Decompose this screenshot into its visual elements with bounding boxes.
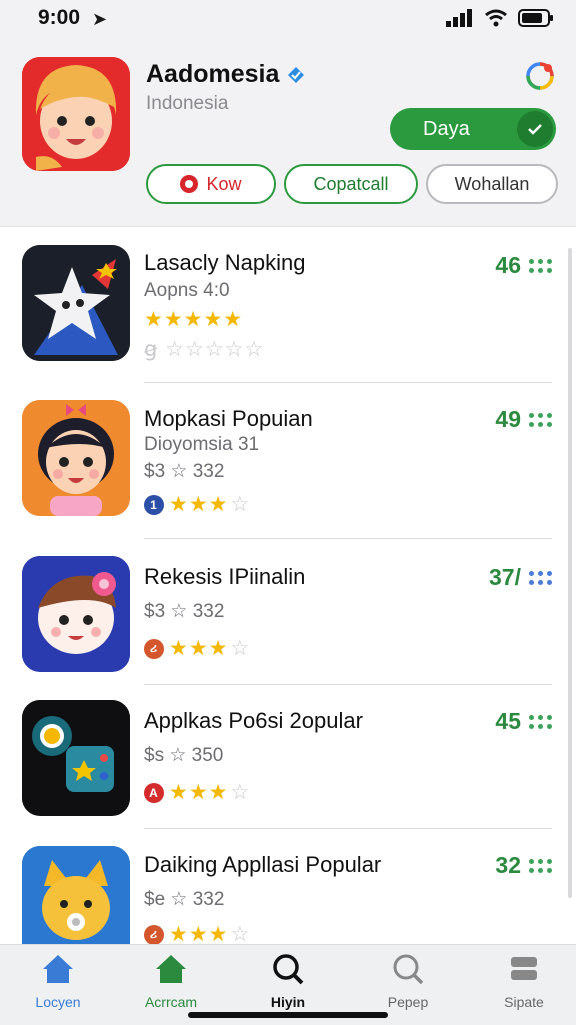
app-rank-value: 37/	[489, 564, 521, 590]
app-meta: $s ☆ 350	[144, 745, 224, 766]
divider	[144, 382, 552, 383]
chip-copatcall-label: Copatcall	[313, 173, 389, 194]
app-meta: $e ☆ 332	[144, 889, 225, 910]
list-item[interactable]: Applkas Po6si 2opular $s ☆ 350 A ★★★ ☆ 45	[0, 698, 576, 848]
girl-app-icon	[22, 400, 130, 516]
location-arrow-icon: ➤	[92, 9, 108, 29]
tab-locyen[interactable]: Locyen	[8, 953, 108, 1010]
follow-button[interactable]: Daya	[390, 108, 556, 150]
app-title: Lasacly Napking	[144, 250, 306, 275]
chip-copatcall[interactable]: Copatcall	[284, 164, 418, 204]
badge-icon: 1	[144, 494, 164, 515]
developer-name: Aadomesia	[146, 60, 305, 89]
more-dots-icon[interactable]	[529, 858, 552, 873]
list-item[interactable]: Daiking Appllasi Popular $e ☆ 332 ሪ ★★★ ☆…	[0, 844, 576, 944]
app-rank: 32	[495, 852, 552, 879]
chip-kow[interactable]: Kow	[146, 164, 276, 204]
verified-icon	[288, 66, 305, 83]
app-subtitle: Dioyomsia 31	[144, 434, 260, 455]
badge-icon: ሪ	[144, 638, 164, 659]
app-title: Daiking Appllasi Popular	[144, 852, 382, 877]
app-rank-value: 32	[495, 852, 521, 878]
home-icon	[156, 955, 186, 983]
google-share-icon[interactable]	[522, 58, 558, 94]
rating-stars: ★★★★★	[144, 308, 244, 331]
tab-pepep[interactable]: Pepep	[358, 953, 458, 1010]
record-icon	[180, 175, 199, 193]
chip-wohallan-label: Wohallan	[454, 173, 530, 194]
app-rank-value: 49	[495, 406, 521, 432]
app-rank-value: 46	[495, 252, 521, 278]
list-item[interactable]: Lasacly Napking Aopns 4:0 ★★★★★ ꞡ ☆☆☆☆☆ …	[0, 244, 576, 394]
tab-label: Locyen	[35, 994, 81, 1010]
app-rank: 37/	[489, 564, 552, 591]
search-icon	[393, 954, 424, 985]
chip-kow-label: Kow	[206, 173, 242, 194]
search-icon	[273, 954, 304, 985]
more-dots-icon[interactable]	[529, 258, 552, 273]
app-title: Mopkasi Popuian	[144, 406, 313, 431]
cat-app-icon	[22, 846, 130, 944]
app-meta: $3 ☆ 332	[144, 461, 225, 482]
tab-label: Sipate	[504, 994, 544, 1010]
list-item[interactable]: Mopkasi Popuian Dioyomsia 31 $3 ☆ 332 1 …	[0, 398, 576, 548]
boy-app-icon	[22, 556, 130, 672]
game-app-icon	[22, 700, 130, 816]
stack-icon	[511, 957, 537, 980]
tab-acrrcam[interactable]: Acrrcam	[121, 953, 221, 1010]
developer-avatar	[22, 57, 130, 171]
app-title: Rekesis IPiinalin	[144, 564, 306, 589]
divider	[144, 684, 552, 685]
app-rank: 45	[495, 708, 552, 735]
more-dots-icon[interactable]	[529, 570, 552, 585]
badge-icon: ሪ	[144, 924, 164, 944]
rating-stars-secondary: ꞡ ☆☆☆☆☆	[144, 338, 265, 361]
developer-country: Indonesia	[146, 93, 229, 114]
chip-wohallan[interactable]: Wohallan	[426, 164, 558, 204]
rating-stars: A ★★★ ☆	[144, 780, 250, 805]
app-rank: 46	[495, 252, 552, 279]
app-title: Applkas Po6si 2opular	[144, 708, 363, 733]
status-bar: 9:00 ➤	[0, 0, 576, 40]
app-meta: $3 ☆ 332	[144, 601, 225, 622]
wifi-icon	[485, 9, 507, 27]
more-dots-icon[interactable]	[529, 412, 552, 427]
star-app-icon	[22, 245, 130, 361]
app-rank-value: 45	[495, 708, 521, 734]
list-item[interactable]: Rekesis IPiinalin $3 ☆ 332 ሪ ★★★ ☆ 37/	[0, 552, 576, 702]
battery-icon	[518, 9, 553, 27]
developer-name-text: Aadomesia	[146, 60, 280, 88]
app-subtitle: Aopns 4:0	[144, 280, 230, 301]
home-indicator	[188, 1012, 388, 1018]
status-time: 9:00	[38, 6, 81, 29]
developer-header: Aadomesia Indonesia Daya Kow Copatcall W…	[0, 40, 576, 227]
app-rank: 49	[495, 406, 552, 433]
signal-icon	[446, 9, 472, 27]
badge-icon: A	[144, 782, 164, 803]
tab-label: Hiyin	[270, 994, 306, 1010]
rating-stars: ሪ ★★★ ☆	[144, 636, 250, 661]
tab-sipate[interactable]: Sipate	[474, 953, 574, 1010]
tab-hiyin[interactable]: Hiyin	[238, 953, 338, 1010]
rating-stars: ሪ ★★★ ☆	[144, 922, 250, 944]
follow-button-label: Daya	[423, 118, 470, 140]
divider	[144, 538, 552, 539]
tab-label: Pepep	[387, 994, 429, 1010]
tab-label: Acrrcam	[144, 994, 198, 1010]
more-dots-icon[interactable]	[529, 714, 552, 729]
home-icon	[43, 955, 73, 983]
check-icon	[517, 111, 553, 147]
rating-stars: 1 ★★★ ☆	[144, 492, 250, 517]
status-icons	[446, 9, 554, 27]
divider	[144, 828, 552, 829]
